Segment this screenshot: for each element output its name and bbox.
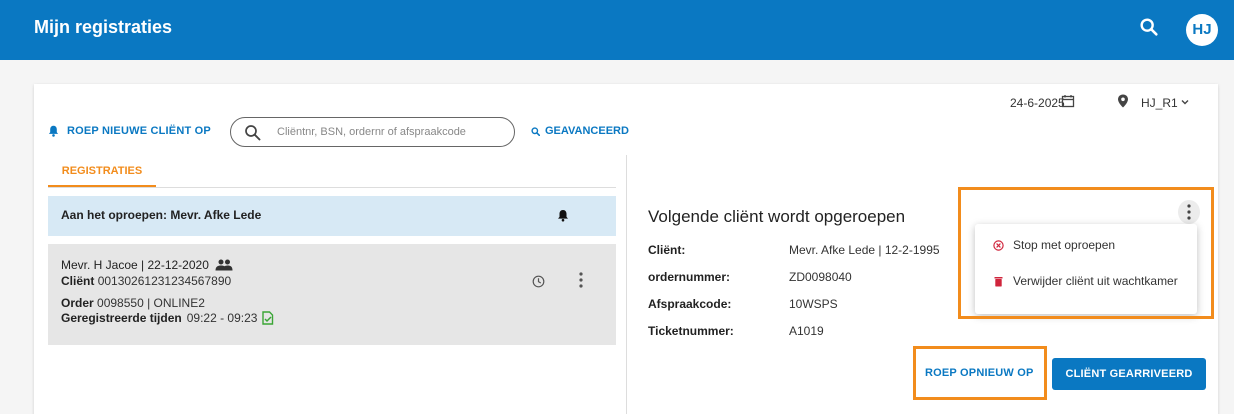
calendar-icon[interactable]: [1061, 94, 1075, 108]
search-icon[interactable]: [1138, 16, 1160, 38]
client-arrived-button[interactable]: CLIËNT GEARRIVEERD: [1052, 358, 1206, 390]
registration-name-line: Mevr. H Jacoe | 22-12-2020: [61, 258, 233, 272]
next-client-title: Volgende cliënt wordt opgeroepen: [648, 207, 906, 226]
ticket-number-value: A1019: [789, 324, 824, 338]
ticket-number-label: Ticketnummer:: [648, 324, 734, 338]
tab-divider: [48, 187, 616, 188]
call-new-client-label: ROEP NIEUWE CLIËNT OP: [67, 125, 211, 137]
date-value[interactable]: 24-6-2025: [1010, 96, 1065, 110]
search-icon: [245, 125, 261, 141]
calling-banner-text: Aan het oproepen: Mevr. Afke Lede: [61, 208, 262, 222]
location-pin-icon: [1118, 94, 1128, 108]
call-new-client-button[interactable]: ROEP NIEUWE CLIËNT OP: [48, 125, 211, 137]
tab-registraties[interactable]: REGISTRATIES: [48, 161, 156, 187]
search-field[interactable]: [230, 117, 515, 147]
order-value: 0098550 | ONLINE2: [97, 296, 205, 310]
page-title: Mijn registraties: [34, 17, 173, 37]
advanced-search-label: GEAVANCEERD: [545, 125, 629, 137]
location-select[interactable]: HJ_R1: [1141, 96, 1178, 110]
search-input[interactable]: [277, 123, 507, 141]
clock-icon[interactable]: [532, 275, 545, 288]
app-header: Mijn registraties HJ: [0, 0, 1234, 60]
client-label: Cliënt: [61, 274, 95, 288]
appointment-code-label: Afspraakcode:: [648, 297, 732, 311]
registered-times-value: 09:22 - 09:23: [186, 311, 258, 325]
chevron-down-icon[interactable]: [1180, 97, 1190, 107]
avatar[interactable]: HJ: [1186, 14, 1218, 46]
ordernumber-field-label: ordernummer:: [648, 270, 731, 284]
highlight-frame-menu: [958, 187, 1214, 319]
panel-divider: [626, 155, 627, 414]
client-field-value: Mevr. Afke Lede | 12-2-1995: [789, 243, 940, 257]
document-check-icon: [262, 311, 274, 325]
search-icon: [531, 126, 540, 136]
recall-button[interactable]: ROEP OPNIEUW OP: [925, 367, 1034, 379]
bell-icon: [48, 125, 59, 137]
advanced-search-button[interactable]: GEAVANCEERD: [531, 125, 629, 137]
order-line: Order 0098550 | ONLINE2: [61, 296, 205, 310]
client-number: 00130261231234567890: [97, 274, 232, 288]
order-label: Order: [61, 296, 94, 310]
client-number-line: Cliënt 00130261231234567890: [61, 274, 231, 288]
registration-item[interactable]: Mevr. H Jacoe | 22-12-2020 Cliënt 001302…: [48, 244, 616, 345]
group-icon: [215, 259, 233, 271]
more-options-icon[interactable]: [578, 271, 584, 289]
registered-times-label: Geregistreerde tijden: [61, 311, 182, 325]
client-field-label: Cliënt:: [648, 243, 686, 257]
registered-times-line: Geregistreerde tijden 09:22 - 09:23: [61, 311, 274, 325]
calling-banner[interactable]: Aan het oproepen: Mevr. Afke Lede: [48, 196, 616, 236]
ordernumber-field-value: ZD0098040: [789, 270, 852, 284]
appointment-code-value: 10WSPS: [789, 297, 838, 311]
registration-name: Mevr. H Jacoe | 22-12-2020: [61, 258, 209, 272]
bell-icon: [558, 210, 568, 222]
